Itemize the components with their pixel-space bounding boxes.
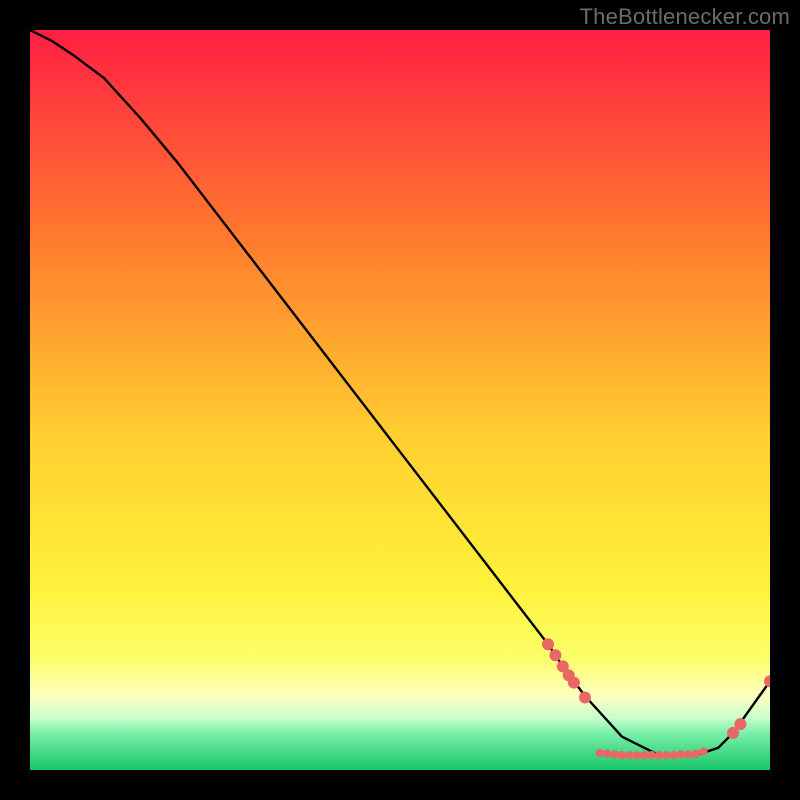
- data-marker: [670, 751, 678, 759]
- data-marker: [677, 750, 685, 758]
- bottleneck-chart: [30, 30, 770, 770]
- data-marker: [542, 638, 554, 650]
- data-marker: [699, 747, 707, 755]
- data-marker: [692, 750, 700, 758]
- data-marker: [734, 718, 746, 730]
- data-marker: [684, 750, 692, 758]
- data-marker: [647, 751, 655, 759]
- data-marker: [549, 649, 561, 661]
- chart-stage: TheBottlenecker.com: [0, 0, 800, 800]
- data-marker: [579, 691, 591, 703]
- data-marker: [603, 750, 611, 758]
- data-marker: [568, 677, 580, 689]
- watermark-text: TheBottlenecker.com: [580, 4, 790, 30]
- data-marker: [662, 751, 670, 759]
- data-marker: [640, 751, 648, 759]
- gradient-background: [30, 30, 770, 770]
- data-marker: [655, 751, 663, 759]
- data-marker: [610, 750, 618, 758]
- data-marker: [618, 751, 626, 759]
- data-marker: [596, 749, 604, 757]
- data-marker: [633, 751, 641, 759]
- data-marker: [625, 751, 633, 759]
